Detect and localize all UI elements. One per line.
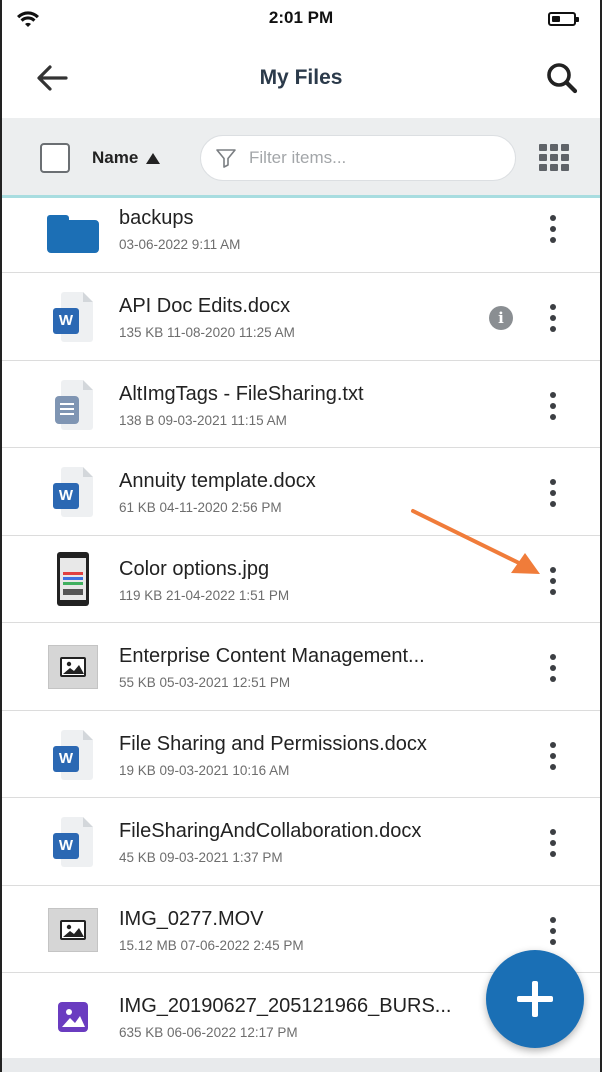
page-title: My Files: [259, 66, 343, 89]
grid-view-icon[interactable]: [539, 144, 571, 172]
more-options-icon[interactable]: [539, 298, 567, 338]
file-name: Color options.jpg: [119, 557, 270, 580]
battery-icon: [548, 12, 579, 26]
word-doc-icon: W: [46, 290, 100, 344]
filter-input[interactable]: [249, 148, 489, 168]
file-meta: 61 KB 04-11-2020 2:56 PM: [119, 500, 282, 515]
app-header: My Files: [2, 40, 600, 118]
file-name: IMG_20190627_205121966_BURS...: [119, 995, 452, 1017]
file-meta: 635 KB 06-06-2022 12:17 PM: [119, 1025, 298, 1040]
image-file-icon: [46, 640, 100, 694]
file-name: Enterprise Content Management...: [119, 645, 425, 667]
list-item[interactable]: W File Sharing and Permissions.docx 19 K…: [2, 711, 600, 798]
info-icon[interactable]: i: [489, 306, 513, 330]
filter-box[interactable]: [200, 135, 516, 181]
more-options-icon[interactable]: [539, 648, 567, 688]
app-frame: 2:01 PM My Files Name Filter items... ba…: [0, 0, 602, 1072]
file-name: IMG_0277.MOV: [119, 907, 264, 930]
list-item[interactable]: W API Doc Edits.docx 135 KB 11-08-2020 1…: [2, 273, 600, 361]
select-all-checkbox[interactable]: [40, 143, 70, 173]
file-name: FileSharingAndCollaboration.docx: [119, 820, 422, 842]
file-meta: 19 KB 09-03-2021 10:16 AM: [119, 762, 290, 778]
more-options-icon[interactable]: [539, 386, 567, 426]
list-item[interactable]: Color options.jpg 119 KB 21-04-2022 1:51…: [2, 536, 600, 623]
file-name: AltImgTags - FileSharing.txt: [119, 382, 364, 405]
bottom-strip: [2, 1058, 600, 1072]
sort-ascending-icon: [146, 152, 161, 164]
file-list: backups 03-06-2022 9:11 AM W API Doc Edi…: [2, 201, 600, 1061]
file-meta: 03-06-2022 9:11 AM: [119, 237, 241, 252]
file-meta: 135 KB 11-08-2020 11:25 AM: [119, 325, 295, 340]
word-doc-icon: W: [46, 465, 100, 519]
file-name: backups: [119, 207, 194, 229]
list-toolbar: Name: [2, 118, 600, 198]
more-options-icon[interactable]: [539, 209, 567, 249]
add-button[interactable]: [486, 950, 584, 1048]
list-item[interactable]: Enterprise Content Management... 55 KB 0…: [2, 623, 600, 711]
text-file-icon: [46, 378, 100, 432]
battery-level: [552, 16, 560, 22]
word-doc-icon: W: [46, 815, 100, 869]
file-meta: 138 B 09-03-2021 11:15 AM: [119, 412, 287, 428]
image-file-icon: [46, 990, 100, 1044]
file-meta: 119 KB 21-04-2022 1:51 PM: [119, 587, 290, 603]
more-options-icon[interactable]: [539, 736, 567, 776]
sort-label: Name: [92, 148, 139, 167]
file-name: File Sharing and Permissions.docx: [119, 732, 427, 755]
status-time: 2:01 PM: [268, 8, 334, 27]
file-name: API Doc Edits.docx: [119, 295, 291, 317]
list-item[interactable]: W FileSharingAndCollaboration.docx 45 KB…: [2, 798, 600, 886]
more-options-icon[interactable]: [539, 823, 567, 863]
more-options-icon[interactable]: [539, 473, 567, 513]
file-meta: 55 KB 05-03-2021 12:51 PM: [119, 675, 291, 690]
image-file-icon: [46, 903, 100, 957]
file-meta: 15.12 MB 07-06-2022 2:45 PM: [119, 937, 304, 953]
status-bar: 2:01 PM: [2, 0, 600, 40]
list-item[interactable]: backups 03-06-2022 9:11 AM: [2, 201, 600, 273]
word-doc-icon: W: [46, 728, 100, 782]
list-item[interactable]: AltImgTags - FileSharing.txt 138 B 09-03…: [2, 361, 600, 448]
filter-icon: [216, 149, 236, 168]
more-options-icon[interactable]: [539, 561, 567, 601]
image-thumbnail: [46, 551, 100, 606]
folder-icon: [46, 207, 100, 261]
file-name: Annuity template.docx: [119, 470, 316, 492]
sort-by-name-button[interactable]: Name: [92, 146, 161, 170]
more-options-icon[interactable]: [539, 911, 567, 951]
file-meta: 45 KB 09-03-2021 1:37 PM: [119, 850, 283, 865]
list-item[interactable]: W Annuity template.docx 61 KB 04-11-2020…: [2, 448, 600, 536]
search-icon[interactable]: [542, 58, 582, 98]
